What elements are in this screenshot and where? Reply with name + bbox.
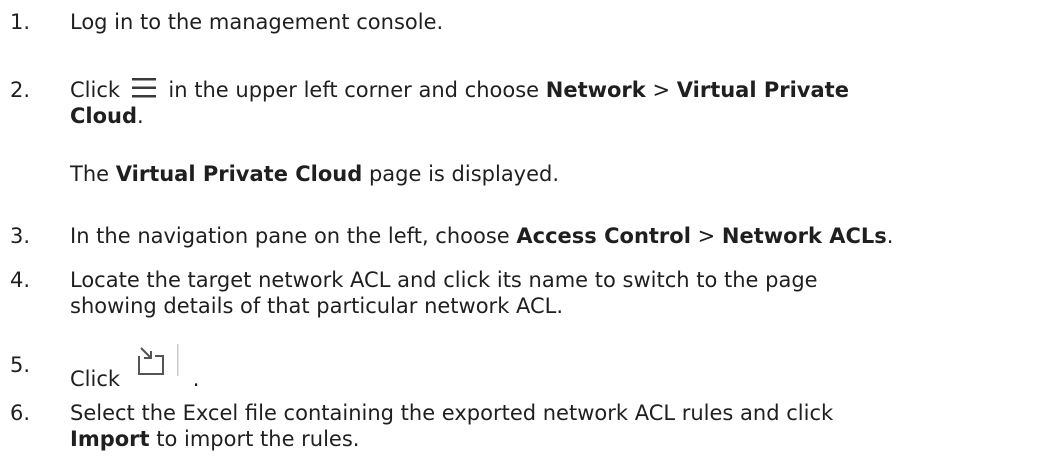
menu-path-network: Network <box>545 78 646 102</box>
note-page-name: Virtual Private Cloud <box>115 162 363 186</box>
step-text-end: . <box>137 104 144 128</box>
menu-path-separator: > <box>652 78 671 102</box>
note-pre: The <box>70 162 110 186</box>
step-text-line2: showing details of that particular netwo… <box>70 294 564 318</box>
menu-path-separator: > <box>697 224 716 248</box>
step-number: 5. <box>10 353 31 377</box>
step-number: 2. <box>10 78 31 102</box>
step-text-line1: Select the Excel file containing the exp… <box>70 401 834 425</box>
step-number: 1. <box>10 10 31 34</box>
step-text-end: . <box>886 224 894 248</box>
step-text-mid: in the upper left corner and choose <box>168 78 540 102</box>
step-text: Select the Excel file containing the exp… <box>70 400 1030 452</box>
menu-path-vpc-part2: Cloud <box>70 104 138 128</box>
step-number: 6. <box>10 401 31 425</box>
import-button-name: Import <box>70 427 150 451</box>
step-number: 4. <box>10 268 31 292</box>
step-text: Click in the upper left corner and choos… <box>70 77 1030 129</box>
menu-path-network-acls: Network ACLs <box>721 224 887 248</box>
procedure-steps: 1. Log in to the management console. 2. … <box>0 0 1050 468</box>
step-note: The Virtual Private Cloud page is displa… <box>70 161 1030 187</box>
step-text: In the navigation pane on the left, choo… <box>70 223 1030 249</box>
step-number: 3. <box>10 224 31 248</box>
menu-icon <box>131 78 156 98</box>
menu-path-vpc-part1: Virtual Private <box>676 78 849 102</box>
import-icon <box>133 344 193 392</box>
step-text-line1: Locate the target network ACL and click … <box>70 268 818 292</box>
step-text-end: . <box>192 367 200 391</box>
step-text-rest: to import the rules. <box>156 427 360 451</box>
step-text: Log in to the management console. <box>70 10 444 34</box>
note-post: page is displayed. <box>368 162 560 186</box>
step-text-pre: In the navigation pane on the left, choo… <box>70 224 510 248</box>
step-text-click: Click <box>70 367 121 391</box>
menu-path-access-control: Access Control <box>516 224 691 248</box>
step-text: Click . <box>70 344 1030 392</box>
step-text-click: Click <box>70 78 121 102</box>
step-text: Locate the target network ACL and click … <box>70 267 1030 319</box>
